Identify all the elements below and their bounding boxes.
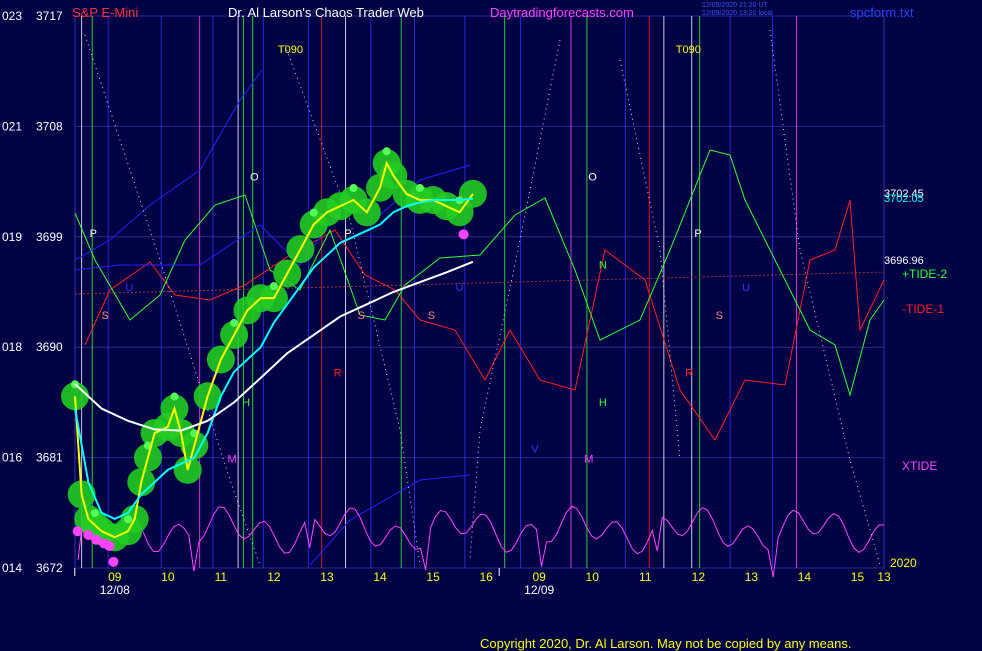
x-tick-label: 14 <box>373 570 387 584</box>
cycle-label: S <box>102 310 109 322</box>
cycle-label: O <box>588 171 597 183</box>
x-tick-label: 15 <box>426 570 440 584</box>
legend-xtide: XTIDE <box>902 459 937 473</box>
x-tick-label: 10 <box>161 570 175 584</box>
cycle-label: M <box>228 454 237 466</box>
data-file-name: spcform.txt <box>850 5 914 20</box>
low-dot <box>108 556 119 567</box>
y-tick-label: 3708 <box>36 119 63 133</box>
swing-dot <box>90 509 99 518</box>
glow-dot <box>458 179 487 208</box>
cycle-label: R <box>685 368 693 380</box>
y-tick-label: 3681 <box>36 451 63 465</box>
y-tick-left: 018 <box>2 340 22 354</box>
swing-dot <box>309 208 318 217</box>
x-tick-label: 09 <box>533 570 547 584</box>
y-tick-left: 023 <box>2 9 22 23</box>
cycle-label: H <box>599 397 607 409</box>
low-dot <box>72 526 83 537</box>
swing-dot <box>269 282 278 291</box>
y-tick-left: 016 <box>2 451 22 465</box>
cycle-label: U <box>125 282 133 294</box>
cycle-label: T090 <box>676 44 701 56</box>
x-tick-label: 13 <box>320 570 334 584</box>
x-tick-label: 14 <box>798 570 812 584</box>
y-tick-label: 3672 <box>36 561 63 575</box>
x-tick-label: 11 <box>639 570 652 584</box>
background <box>0 0 982 650</box>
y-tick-left: 019 <box>2 230 22 244</box>
y-tick-left: 021 <box>2 119 22 133</box>
site-url[interactable]: Daytradingforecasts.com <box>490 5 634 20</box>
cycle-label: O <box>250 171 259 183</box>
x-tick-label: 12 <box>692 570 706 584</box>
date-label: 12/08 <box>100 583 130 597</box>
x-tick-label: 13 <box>745 570 759 584</box>
cycle-label: P <box>90 228 97 240</box>
low-dot <box>104 540 115 551</box>
cycle-label: S <box>428 310 435 322</box>
instrument-title: S&P E-Mini <box>72 5 139 20</box>
cycle-label: R <box>334 368 342 380</box>
swing-dot <box>230 318 239 327</box>
cycle-label: N <box>599 260 607 272</box>
cycle-label: U <box>742 282 750 294</box>
x-tick-label: 11 <box>215 570 228 584</box>
swing-dot <box>170 392 179 401</box>
cycle-label: P <box>694 228 701 240</box>
cycle-label: V <box>531 444 539 456</box>
cycle-label: S <box>357 310 364 322</box>
chart-canvas: 023 3717 021 3708 019 3699 018 3690 016 3681 014 36… <box>0 0 982 650</box>
cycle-label: P <box>344 228 351 240</box>
price-label: 3696.96 <box>884 255 924 267</box>
cycle-label: M <box>584 454 593 466</box>
swing-dot <box>382 147 391 156</box>
y-tick-left: 014 <box>2 561 22 575</box>
x-tick-label: 09 <box>108 570 122 584</box>
swing-dot <box>349 184 358 192</box>
cycle-label: S <box>716 310 723 322</box>
copyright: Copyright 2020, Dr. Al Larson. May not b… <box>480 636 852 651</box>
low-dot <box>458 229 469 240</box>
cycle-label: U <box>456 282 464 294</box>
y-tick-label: 3690 <box>36 340 63 354</box>
cycle-label: H <box>242 397 250 409</box>
y-tick-label: 3699 <box>36 230 63 244</box>
stamp-local: 12/09/2020 13:20 local <box>702 10 773 17</box>
cycle-label: T090 <box>278 44 303 56</box>
price-label: 3702.05 <box>884 193 924 205</box>
y-tick-label: 3717 <box>36 9 63 23</box>
year-label: 2020 <box>890 556 917 570</box>
x-tick-label: 13 <box>877 570 891 584</box>
swing-dot <box>415 184 424 192</box>
site-title: Dr. Al Larson's Chaos Trader Web <box>228 5 424 20</box>
legend-tide1: -TIDE-1 <box>902 302 944 316</box>
swing-dot <box>124 515 133 524</box>
date-label: 12/09 <box>524 583 554 597</box>
x-tick-label: 16 <box>479 570 493 584</box>
x-tick-label: 15 <box>851 570 865 584</box>
x-tick-label: 10 <box>586 570 600 584</box>
x-tick-label: 12 <box>267 570 281 584</box>
legend-tide2: +TIDE-2 <box>902 267 947 281</box>
stamp-ut: 12/09/2020 21:20 UT <box>702 2 768 9</box>
